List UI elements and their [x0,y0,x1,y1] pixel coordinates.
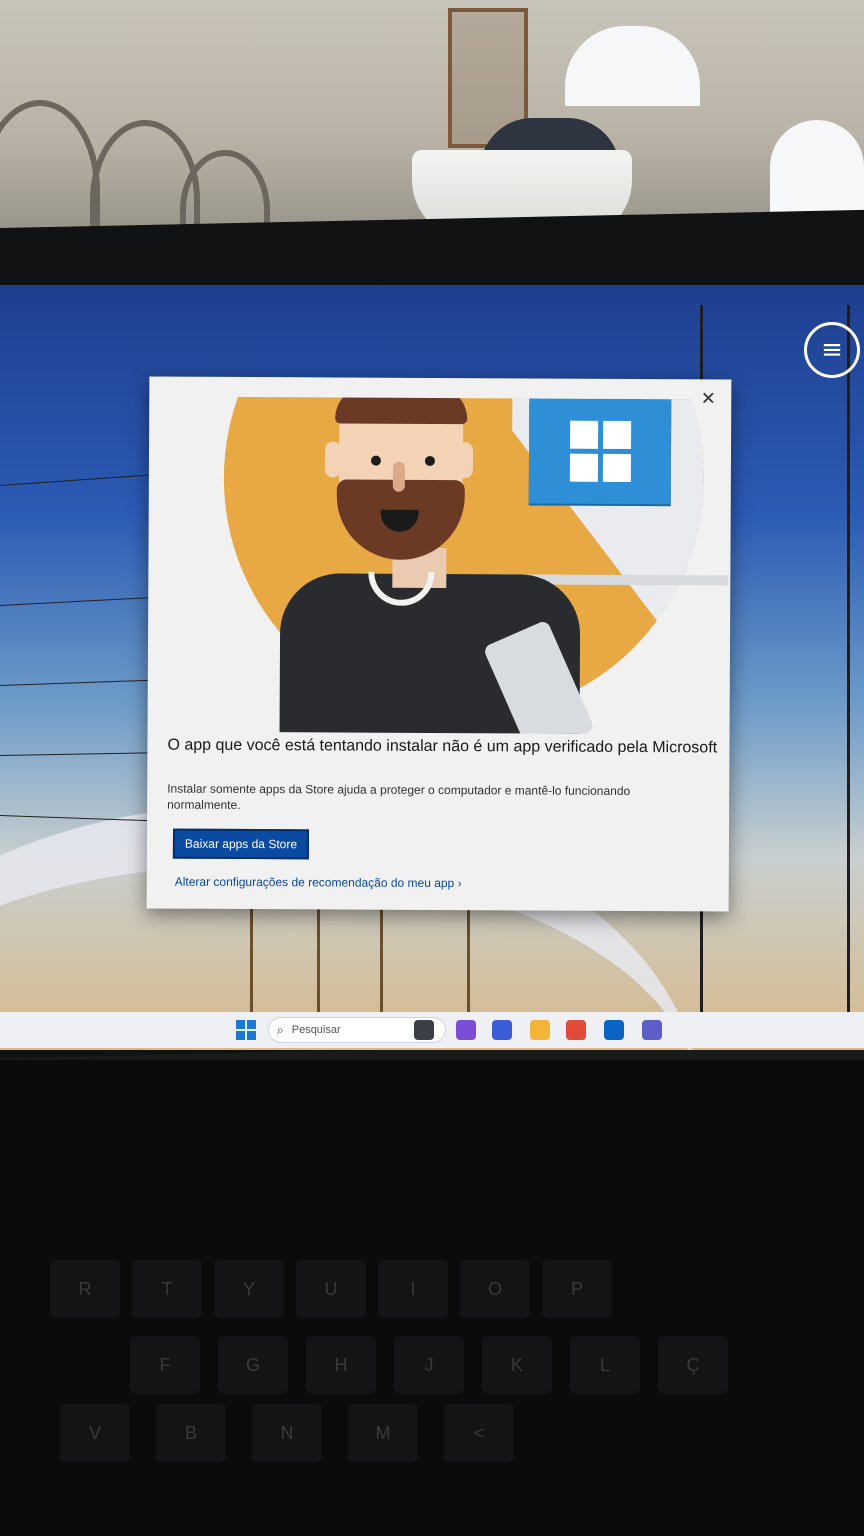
windows-logo-icon [236,1020,245,1029]
keyboard-key: H [306,1336,376,1394]
person-nose [392,461,405,492]
change-recommendation-settings-link[interactable]: Alterar configurações de recomendação do… [175,875,722,892]
keyboard-key: F [130,1336,200,1394]
keyboard-key: O [460,1260,530,1318]
search-icon: ⌕ [277,1022,284,1037]
keyboard-key: B [156,1404,226,1462]
copilot-icon[interactable] [456,1020,476,1040]
start-button[interactable] [236,1020,256,1040]
keyboard-key: U [296,1260,366,1318]
windows-logo-icon [569,420,631,482]
keyboard-key: Ç [658,1336,728,1394]
windows-logo-card [528,398,672,505]
dialog-title: O app que você está tentando instalar nã… [167,736,718,757]
keyboard-key: G [218,1336,288,1394]
menu-glyph: ≡ [821,335,843,365]
store-illustration [168,396,730,735]
menu-icon[interactable]: ≡ [804,322,860,378]
keyboard-key: Y [214,1260,284,1318]
keyboard-key: R [50,1260,120,1318]
photo-frame: ≡ ✕ O app que você está tentando instala… [0,0,864,1536]
keyboard-key: M [348,1404,418,1462]
person-eye [370,455,381,466]
tent-window [565,26,700,106]
teams-icon[interactable] [642,1020,662,1040]
keyboard-key: L [570,1336,640,1394]
meet-icon[interactable] [492,1020,512,1040]
person-head [318,396,479,568]
settings-link-label: Alterar configurações de recomendação do… [174,874,455,891]
keyboard-key: < [444,1404,514,1462]
person-hair [335,396,468,425]
outlook-icon[interactable] [604,1020,624,1040]
file-explorer-icon[interactable] [530,1020,550,1040]
keyboard-key: V [60,1404,130,1462]
dialog-content: O app que você está tentando instalar nã… [167,737,723,892]
chrome-icon[interactable] [566,1020,586,1040]
person-eye [424,455,435,466]
get-store-apps-button[interactable]: Baixar apps da Store [172,828,310,860]
keyboard-key: I [378,1260,448,1318]
camera-icon[interactable] [414,1020,434,1040]
keyboard-key: P [542,1260,612,1318]
search-placeholder: Pesquisar [291,1024,341,1036]
keyboard-key: T [132,1260,202,1318]
laptop-keyboard: R T Y U I O P F G H J K L Ç V B N M < [0,1060,864,1536]
dialog-description: Instalar somente apps da Store ajuda a p… [167,781,631,812]
keyboard-key: K [482,1336,552,1394]
power-pylon [250,905,320,1025]
keyboard-key: J [394,1336,464,1394]
chevron-right-icon: › [457,876,462,891]
unverified-app-dialog: ✕ O app que você está tentando instalar … [146,376,732,912]
keyboard-key: N [252,1404,322,1462]
